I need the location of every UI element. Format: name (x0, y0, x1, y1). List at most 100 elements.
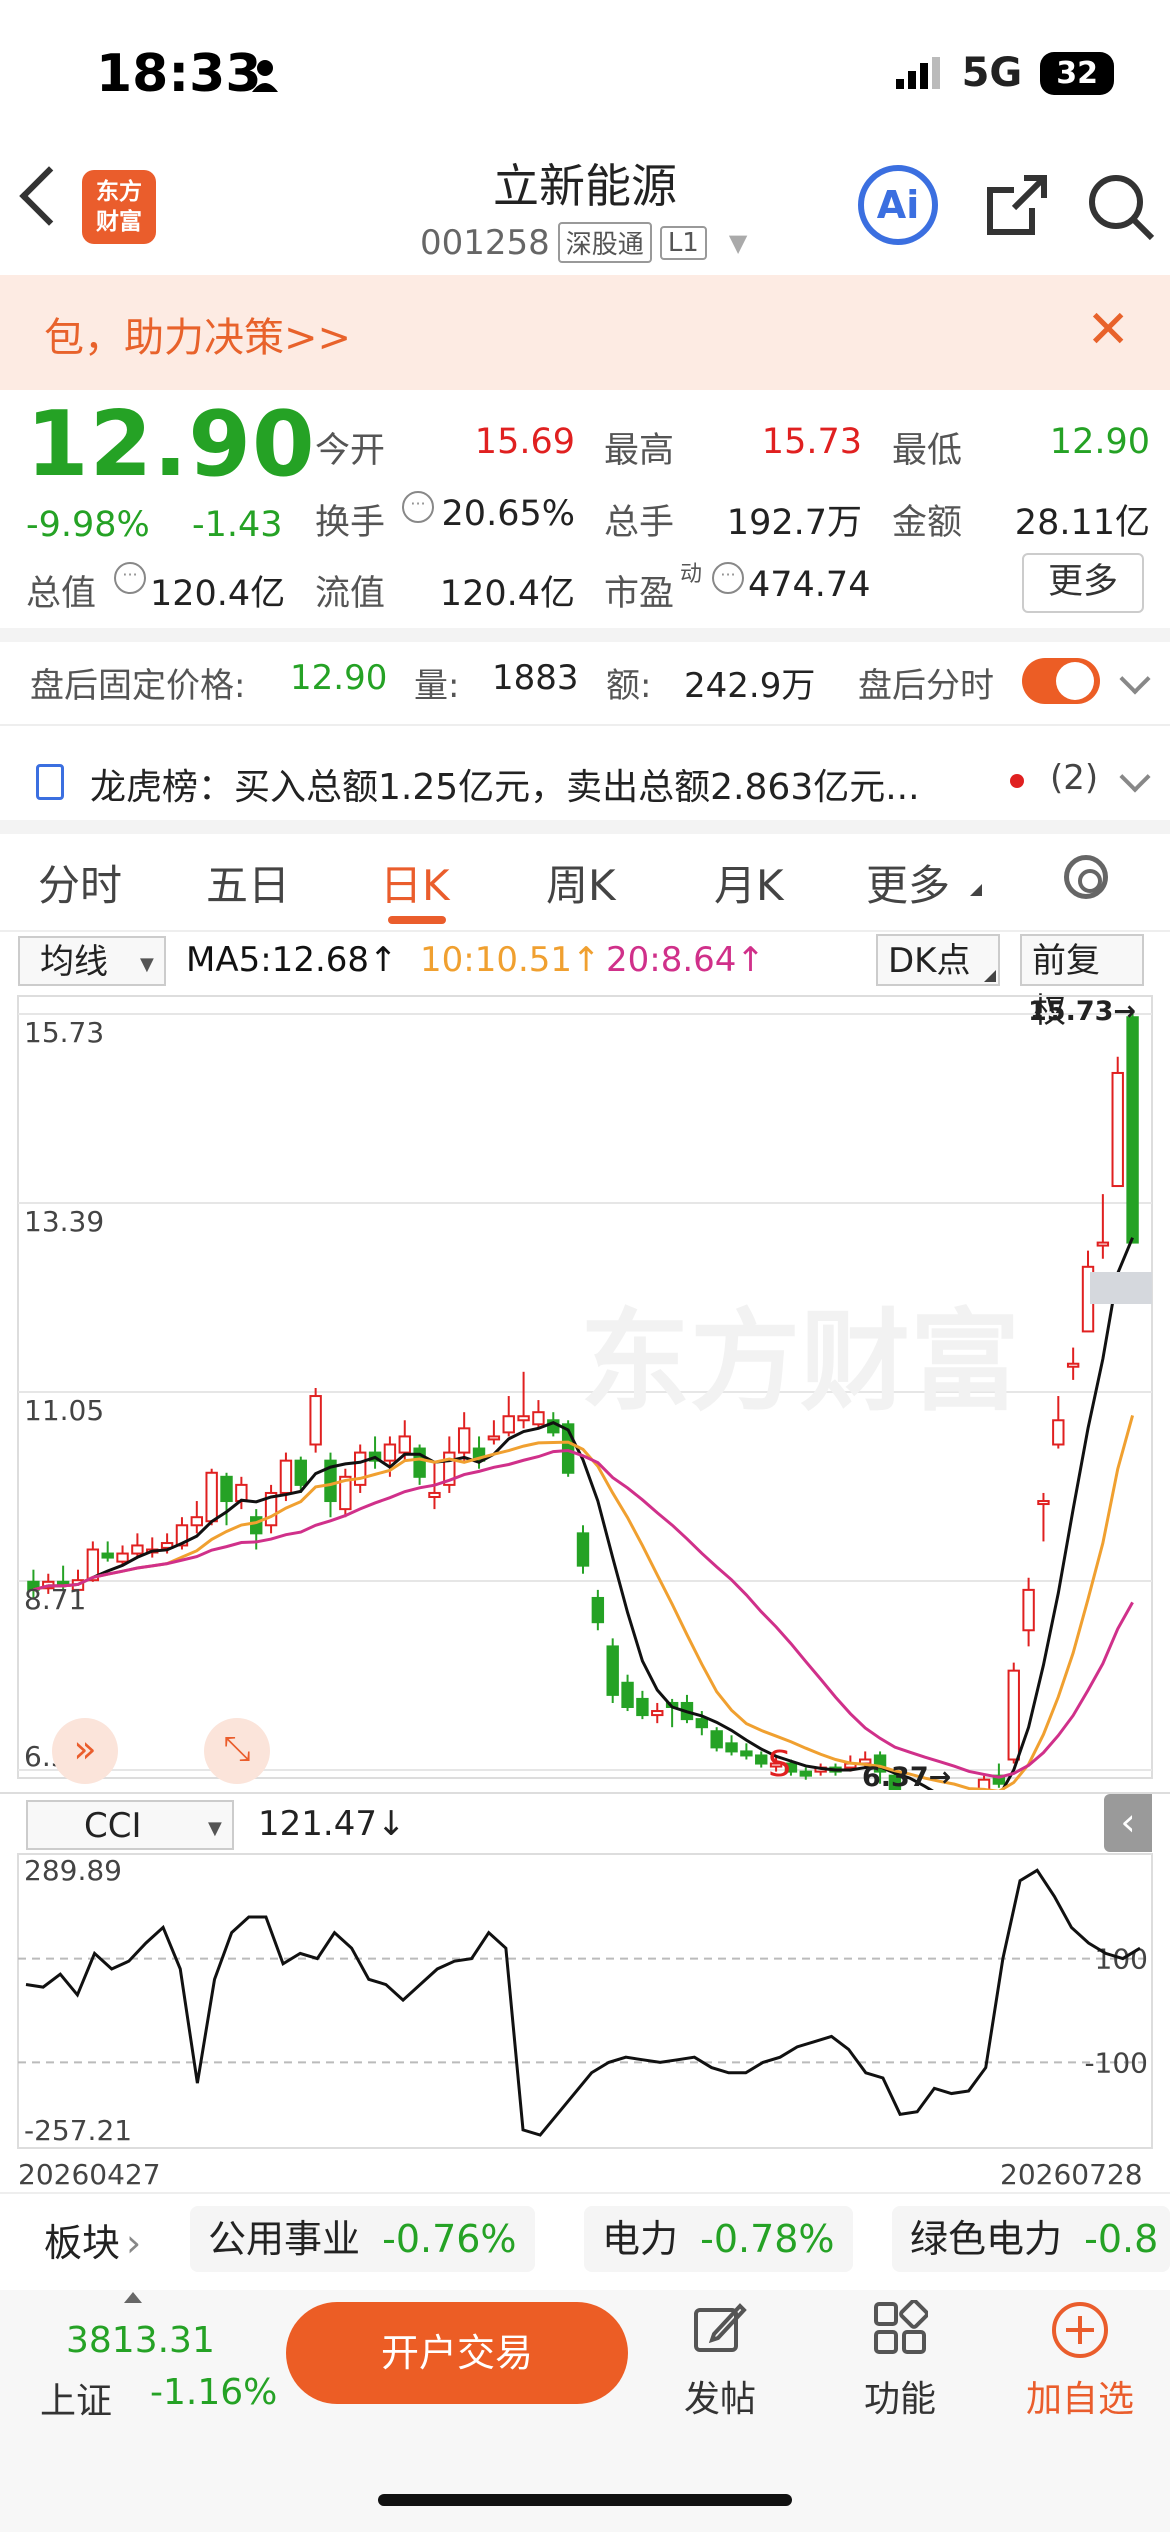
amount-label: 金额 (892, 503, 963, 543)
grid-icon[interactable] (872, 2299, 929, 2360)
ma10-label: 10:10.51↑ (420, 940, 601, 980)
gear-center (1078, 869, 1102, 893)
ma20-line (33, 1449, 1134, 1779)
candle-body (487, 1435, 501, 1441)
info-icon[interactable]: ··· (114, 562, 146, 594)
connect-tag: 深股通 (557, 222, 652, 263)
after-hours-label: 盘后固定价格: (30, 666, 246, 706)
candle-body (1007, 1669, 1020, 1761)
candle-body (532, 1411, 545, 1426)
price-highlight (1090, 1272, 1152, 1304)
banner-text[interactable]: 包，助力决策>> (44, 305, 351, 363)
search-icon[interactable] (1086, 172, 1156, 246)
candle-body (1037, 1500, 1050, 1506)
candle-body (695, 1718, 709, 1729)
candle-body (651, 1710, 664, 1717)
indicator-select[interactable]: CCI (26, 1800, 234, 1850)
share-icon[interactable] (984, 172, 1050, 242)
y-tick-label: 8.71 (24, 1583, 86, 1616)
sector-chip[interactable]: 电力 -0.78% (584, 2206, 853, 2272)
chevron-down-icon[interactable] (1119, 663, 1151, 695)
cci-ref-label: -100 (1084, 2046, 1148, 2079)
tab-intraday[interactable]: 分时 (38, 852, 122, 913)
expand-panel-icon[interactable]: » (52, 1718, 118, 1784)
add-circle-icon[interactable] (1050, 2300, 1110, 2364)
stock-subline: 001258 深股通 L1 ▼ (420, 222, 747, 263)
sector-label[interactable]: 板块 › (44, 2212, 141, 2267)
fullscreen-icon[interactable]: ⤡ (204, 1718, 270, 1784)
ai-assistant-button[interactable]: Ai (858, 165, 938, 245)
y-tick-label: 13.39 (24, 1205, 104, 1238)
add-watchlist-label[interactable]: 加自选 (1024, 2370, 1136, 2422)
y-tick-label: 15.73 (24, 1016, 104, 1049)
candle-body (502, 1415, 515, 1434)
pe-superscript: 动 (680, 562, 703, 587)
candle-body (725, 1742, 738, 1753)
candle-body (1052, 1419, 1065, 1446)
ma5-label: MA5:12.68↑ (186, 940, 398, 980)
close-icon[interactable]: ✕ (1086, 300, 1130, 360)
tab-weekly-k[interactable]: 周K (546, 852, 616, 913)
more-button[interactable]: 更多 (1022, 553, 1144, 613)
candle-body (457, 1427, 471, 1454)
open-account-trade-button[interactable]: 开户交易 (286, 2302, 628, 2404)
candle-body (383, 1443, 397, 1462)
turnover-label: 换手 (315, 503, 386, 543)
corner-triangle-icon (984, 970, 996, 982)
candlestick-chart[interactable]: 东方财富 15.7313.3911.058.716.37 (0, 990, 1170, 1790)
home-indicator (378, 2494, 792, 2506)
sector-name: 绿色电力 (910, 2217, 1063, 2261)
change-value: -1.43 (192, 505, 283, 545)
edit-icon[interactable] (692, 2300, 748, 2360)
date-end: 20260728 (1000, 2158, 1143, 2191)
candle-body (1126, 1016, 1139, 1244)
candle-body (116, 1552, 129, 1563)
cci-line (25, 1868, 1141, 2137)
dropdown-arrow-icon: ▼ (140, 954, 154, 975)
candle-body (755, 1754, 768, 1765)
dropdown-arrow-icon: ▼ (208, 1818, 222, 1839)
candle-body (279, 1459, 293, 1494)
tab-monthly-k[interactable]: 月K (714, 852, 784, 913)
index-value[interactable]: 3813.31 (66, 2320, 215, 2361)
candle-body (131, 1544, 144, 1555)
adjust-button[interactable]: 前复权 (1020, 934, 1144, 1031)
candle-body (220, 1475, 233, 1503)
tab-daily-k[interactable]: 日K (380, 852, 450, 913)
collapse-arrow-icon[interactable]: ‹ (1104, 1794, 1152, 1852)
open-label: 今开 (315, 431, 386, 471)
after-hours-price: 12.90 (290, 658, 388, 698)
candle-body (1096, 1241, 1110, 1247)
chevron-down-icon[interactable] (1119, 761, 1151, 793)
post-label[interactable]: 发帖 (680, 2370, 760, 2422)
candle-body (1022, 1588, 1035, 1632)
dragon-tiger-text[interactable]: 龙虎榜：买入总额1.25亿元，卖出总额2.863亿元... (90, 758, 920, 810)
tab-more[interactable]: 更多 (866, 852, 950, 913)
sector-change: -0.8 (1084, 2217, 1159, 2261)
tab-underline (388, 916, 446, 924)
after-hours-vol: 1883 (492, 658, 579, 698)
index-change[interactable]: -1.16% (150, 2372, 277, 2413)
tab-five-day[interactable]: 五日 (206, 852, 290, 913)
volume-value: 192.7万 (726, 503, 862, 543)
index-name[interactable]: 上证 (40, 2372, 112, 2424)
chevron-right-icon: › (126, 2221, 142, 2265)
sector-chip[interactable]: 绿色电力 -0.8 (892, 2206, 1170, 2272)
pe-value: 474.74 (748, 565, 871, 605)
mktcap-value: 120.4亿 (150, 574, 286, 614)
signal-icon (895, 57, 940, 89)
candle-body (398, 1435, 411, 1454)
sector-chip[interactable]: 公用事业 -0.76% (190, 2206, 535, 2272)
chevron-down-icon[interactable]: ▼ (729, 229, 747, 257)
info-icon[interactable]: ··· (402, 491, 434, 523)
dk-point-button[interactable]: DK点 (876, 934, 1000, 986)
info-icon[interactable]: ··· (712, 562, 744, 594)
function-label[interactable]: 功能 (860, 2370, 940, 2422)
float-label: 流值 (315, 574, 386, 614)
float-value: 120.4亿 (439, 574, 575, 614)
sector-change: -0.78% (700, 2217, 835, 2261)
dragon-tiger-count[interactable]: (2) (1050, 758, 1098, 798)
ma20-label: 20:8.64↑ (606, 940, 765, 980)
volume-label: 总手 (604, 503, 675, 543)
candle-body (576, 1532, 590, 1567)
